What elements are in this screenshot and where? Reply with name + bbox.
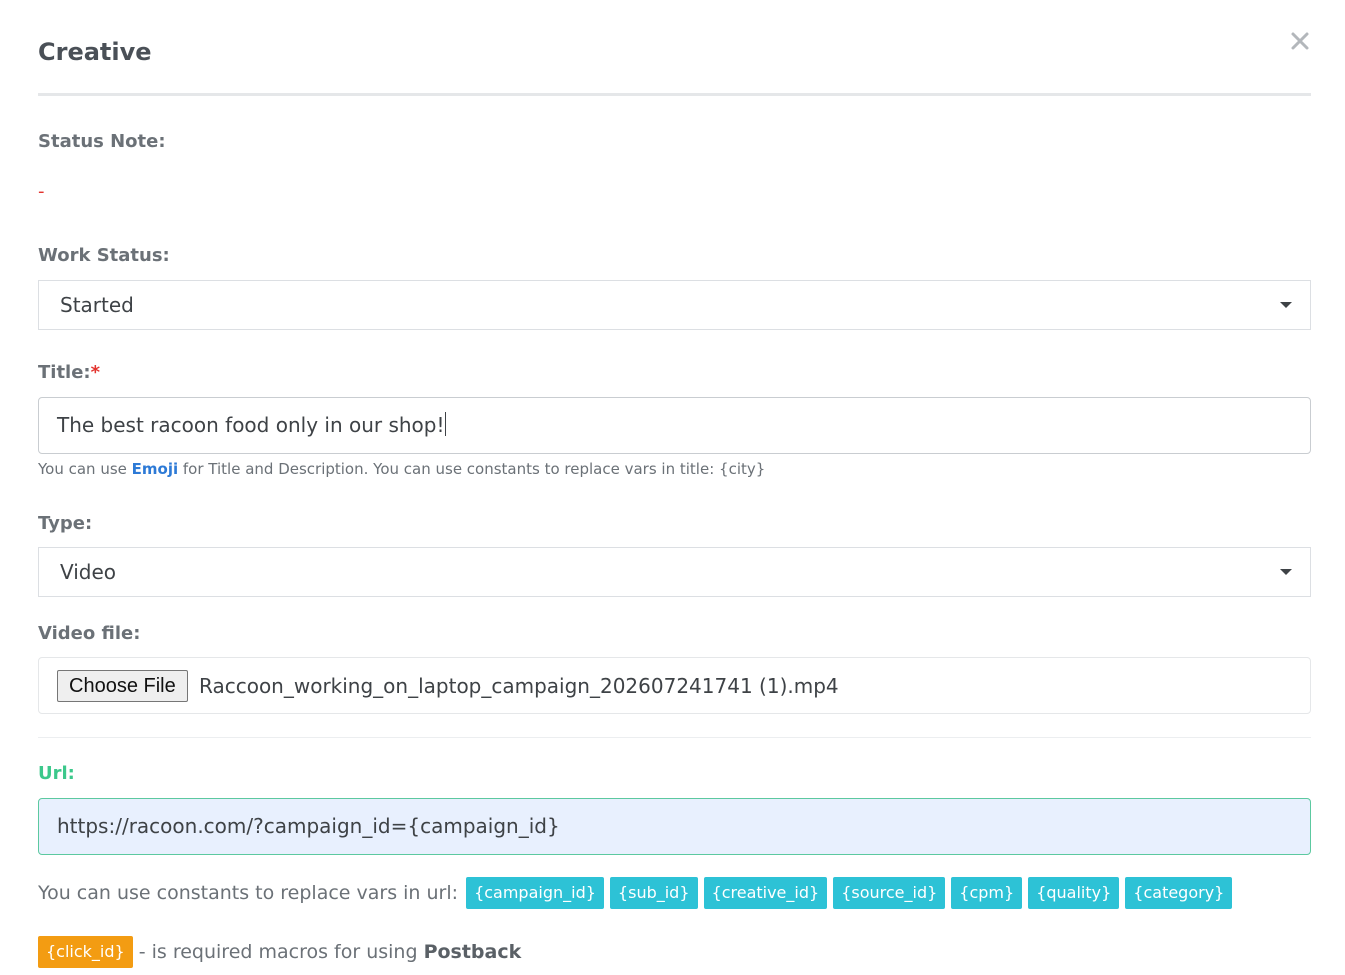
work-status-value: Started xyxy=(60,293,134,317)
title-input-value: The best racoon food only in our shop! xyxy=(57,413,445,437)
constant-tag-campaign-id[interactable]: {campaign_id} xyxy=(466,877,604,909)
modal-title: Creative xyxy=(38,38,152,66)
url-input-value: https://racoon.com/?campaign_id={campaig… xyxy=(57,814,560,838)
postback-note: {click_id} - is required macros for usin… xyxy=(38,936,521,968)
status-note-value: - xyxy=(38,181,45,202)
caret-down-icon xyxy=(1280,302,1292,308)
constant-tag-creative-id[interactable]: {creative_id} xyxy=(703,877,828,909)
video-file-input: Choose File Raccoon_working_on_laptop_ca… xyxy=(38,657,1311,714)
section-divider xyxy=(38,737,1311,738)
caret-down-icon xyxy=(1280,569,1292,575)
status-note-label: Status Note: xyxy=(38,131,166,152)
click-id-tag[interactable]: {click_id} xyxy=(38,936,133,968)
title-help-prefix: You can use xyxy=(38,460,132,478)
constant-tag-quality[interactable]: {quality} xyxy=(1028,877,1120,909)
video-file-label: Video file: xyxy=(38,623,141,644)
file-name: Raccoon_working_on_laptop_campaign_20260… xyxy=(199,674,839,698)
type-label: Type: xyxy=(38,513,93,534)
title-label-text: Title: xyxy=(38,362,91,383)
url-input[interactable]: https://racoon.com/?campaign_id={campaig… xyxy=(38,798,1311,855)
postback-desc-prefix: - is required macros for using xyxy=(138,941,424,963)
type-value: Video xyxy=(60,560,117,584)
emoji-link[interactable]: Emoji xyxy=(132,460,178,478)
modal-header: Creative xyxy=(38,0,1311,96)
close-icon[interactable] xyxy=(1289,30,1311,52)
postback-desc: - is required macros for using Postback xyxy=(139,941,522,963)
work-status-select[interactable]: Started xyxy=(38,280,1311,330)
url-constants-lead: You can use constants to replace vars in… xyxy=(38,882,459,904)
url-label: Url: xyxy=(38,763,75,784)
title-input[interactable]: The best racoon food only in our shop! xyxy=(38,397,1311,454)
title-help: You can use Emoji for Title and Descript… xyxy=(38,458,765,480)
postback-bold: Postback xyxy=(423,941,522,963)
work-status-label: Work Status: xyxy=(38,245,170,266)
constant-tag-category[interactable]: {category} xyxy=(1125,877,1233,909)
text-cursor xyxy=(444,412,446,436)
constant-tag-source-id[interactable]: {source_id} xyxy=(833,877,946,909)
required-mark: * xyxy=(90,362,101,383)
constant-tag-sub-id[interactable]: {sub_id} xyxy=(609,877,698,909)
type-select[interactable]: Video xyxy=(38,547,1311,597)
constant-tag-cpm[interactable]: {cpm} xyxy=(951,877,1023,909)
choose-file-button[interactable]: Choose File xyxy=(57,670,188,702)
title-help-suffix: for Title and Description. You can use c… xyxy=(178,460,766,478)
url-constants: You can use constants to replace vars in… xyxy=(38,876,1238,910)
title-label: Title:* xyxy=(38,361,100,385)
